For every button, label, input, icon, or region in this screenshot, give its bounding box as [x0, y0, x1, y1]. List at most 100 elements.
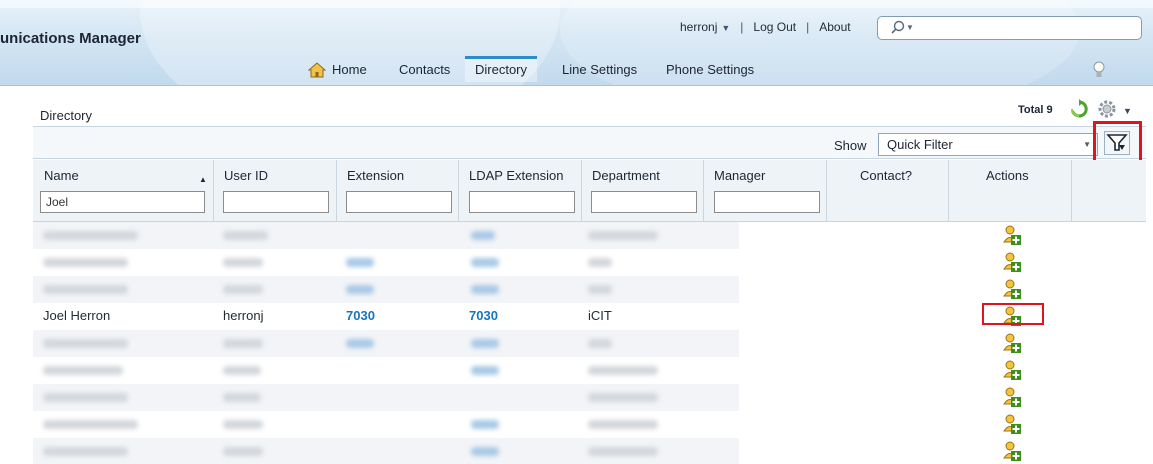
username: herronj — [680, 20, 718, 34]
column-header-manager[interactable]: Manager — [714, 168, 765, 183]
add-contact-icon[interactable] — [1003, 441, 1021, 461]
chevron-down-icon: ▼ — [721, 23, 731, 33]
column-divider — [948, 160, 949, 222]
annotation-highlight — [1093, 121, 1142, 165]
home-icon — [308, 62, 326, 78]
user-menu-button[interactable]: herronj ▼ — [680, 20, 730, 34]
column-divider — [336, 160, 337, 222]
name-filter-input[interactable] — [40, 191, 205, 213]
app-title: unications Manager — [0, 30, 141, 47]
redacted-text — [588, 285, 612, 294]
department-cell: iCIT — [588, 308, 612, 323]
manager-filter-input[interactable] — [714, 191, 820, 213]
chevron-down-icon[interactable]: ▼ — [1123, 106, 1132, 116]
add-contact-icon[interactable] — [1003, 414, 1021, 434]
column-header-actions: Actions — [986, 168, 1029, 183]
redacted-text — [346, 258, 374, 267]
sort-ascending-icon[interactable]: ▲ — [199, 175, 207, 184]
table-row[interactable] — [33, 276, 1146, 303]
gear-icon[interactable] — [1096, 98, 1118, 120]
total-count: Total 9 — [1018, 104, 1053, 116]
chevron-down-icon: ▼ — [1083, 140, 1091, 149]
row-background — [739, 222, 1146, 249]
redacted-text — [471, 366, 499, 375]
add-contact-icon[interactable] — [1003, 387, 1021, 407]
quick-filter-value: Quick Filter — [887, 137, 953, 152]
row-background — [739, 438, 1146, 464]
add-contact-icon[interactable] — [1003, 252, 1021, 272]
column-divider — [458, 160, 459, 222]
logout-link[interactable]: Log Out — [753, 20, 796, 34]
redacted-text — [588, 258, 612, 267]
tab-label: Home — [332, 62, 367, 77]
redacted-text — [471, 420, 499, 429]
quick-filter-select[interactable]: Quick Filter ▼ — [878, 133, 1098, 156]
table-row[interactable]: Joel Herron herronj 7030 7030 iCIT — [33, 303, 1146, 330]
ldap-extension-link[interactable]: 7030 — [469, 308, 498, 323]
add-contact-icon[interactable] — [1003, 279, 1021, 299]
row-background — [739, 384, 1146, 411]
column-divider — [581, 160, 582, 222]
redacted-text — [43, 258, 128, 267]
column-header-ldap-extension[interactable]: LDAP Extension — [469, 168, 563, 183]
table-row[interactable] — [33, 330, 1146, 357]
column-header-contact: Contact? — [860, 168, 913, 183]
tab-contacts[interactable]: Contacts — [399, 58, 450, 82]
user-menu: herronj ▼ | Log Out | About — [680, 20, 851, 34]
separator: | — [806, 20, 810, 34]
redacted-text — [346, 285, 374, 294]
ldap-extension-filter-input[interactable] — [469, 191, 575, 213]
redacted-text — [223, 447, 263, 456]
tab-home[interactable]: Home — [308, 58, 367, 82]
add-contact-icon[interactable] — [1003, 225, 1021, 245]
user-id-cell: herronj — [223, 308, 264, 323]
redacted-text — [223, 393, 261, 402]
column-divider — [1071, 160, 1072, 222]
row-background — [739, 330, 1146, 357]
department-filter-input[interactable] — [591, 191, 697, 213]
tab-phone-settings[interactable]: Phone Settings — [666, 58, 754, 82]
column-header-user-id[interactable]: User ID — [224, 168, 268, 183]
user-id-filter-input[interactable] — [223, 191, 329, 213]
lightbulb-icon[interactable] — [1092, 60, 1106, 80]
table-row[interactable] — [33, 222, 1146, 249]
extension-link[interactable]: 7030 — [346, 308, 375, 323]
redacted-text — [223, 420, 263, 429]
add-contact-icon[interactable] — [1003, 333, 1021, 353]
table-row[interactable] — [33, 249, 1146, 276]
redacted-text — [43, 285, 128, 294]
column-header-department[interactable]: Department — [592, 168, 660, 183]
search-input[interactable]: ▼ — [877, 16, 1142, 40]
table-row[interactable] — [33, 384, 1146, 411]
column-header-extension[interactable]: Extension — [347, 168, 404, 183]
tab-directory[interactable]: Directory — [465, 56, 538, 82]
redacted-text — [43, 231, 138, 240]
search-icon — [891, 20, 905, 34]
redacted-text — [43, 366, 123, 375]
redacted-text — [43, 393, 128, 402]
about-link[interactable]: About — [819, 20, 850, 34]
add-contact-icon[interactable] — [1003, 360, 1021, 380]
redacted-text — [471, 447, 499, 456]
table-row[interactable] — [33, 357, 1146, 384]
redacted-text — [223, 366, 261, 375]
tab-line-settings[interactable]: Line Settings — [562, 58, 637, 82]
redacted-text — [588, 339, 612, 348]
name-cell: Joel Herron — [43, 308, 111, 323]
redacted-text — [43, 420, 138, 429]
column-divider — [703, 160, 704, 222]
main-nav: Home Contacts Directory Line Settings Ph… — [0, 56, 1153, 82]
redacted-text — [223, 258, 263, 267]
redacted-text — [471, 339, 499, 348]
redacted-text — [223, 231, 268, 240]
extension-filter-input[interactable] — [346, 191, 452, 213]
table-row[interactable] — [33, 438, 1146, 464]
column-header-name[interactable]: Name — [44, 168, 79, 183]
redacted-text — [588, 393, 658, 402]
table-row[interactable] — [33, 411, 1146, 438]
column-divider — [826, 160, 827, 222]
panel-title: Directory — [40, 108, 93, 123]
redacted-text — [346, 339, 374, 348]
column-divider — [213, 160, 214, 222]
refresh-icon[interactable] — [1069, 99, 1089, 119]
